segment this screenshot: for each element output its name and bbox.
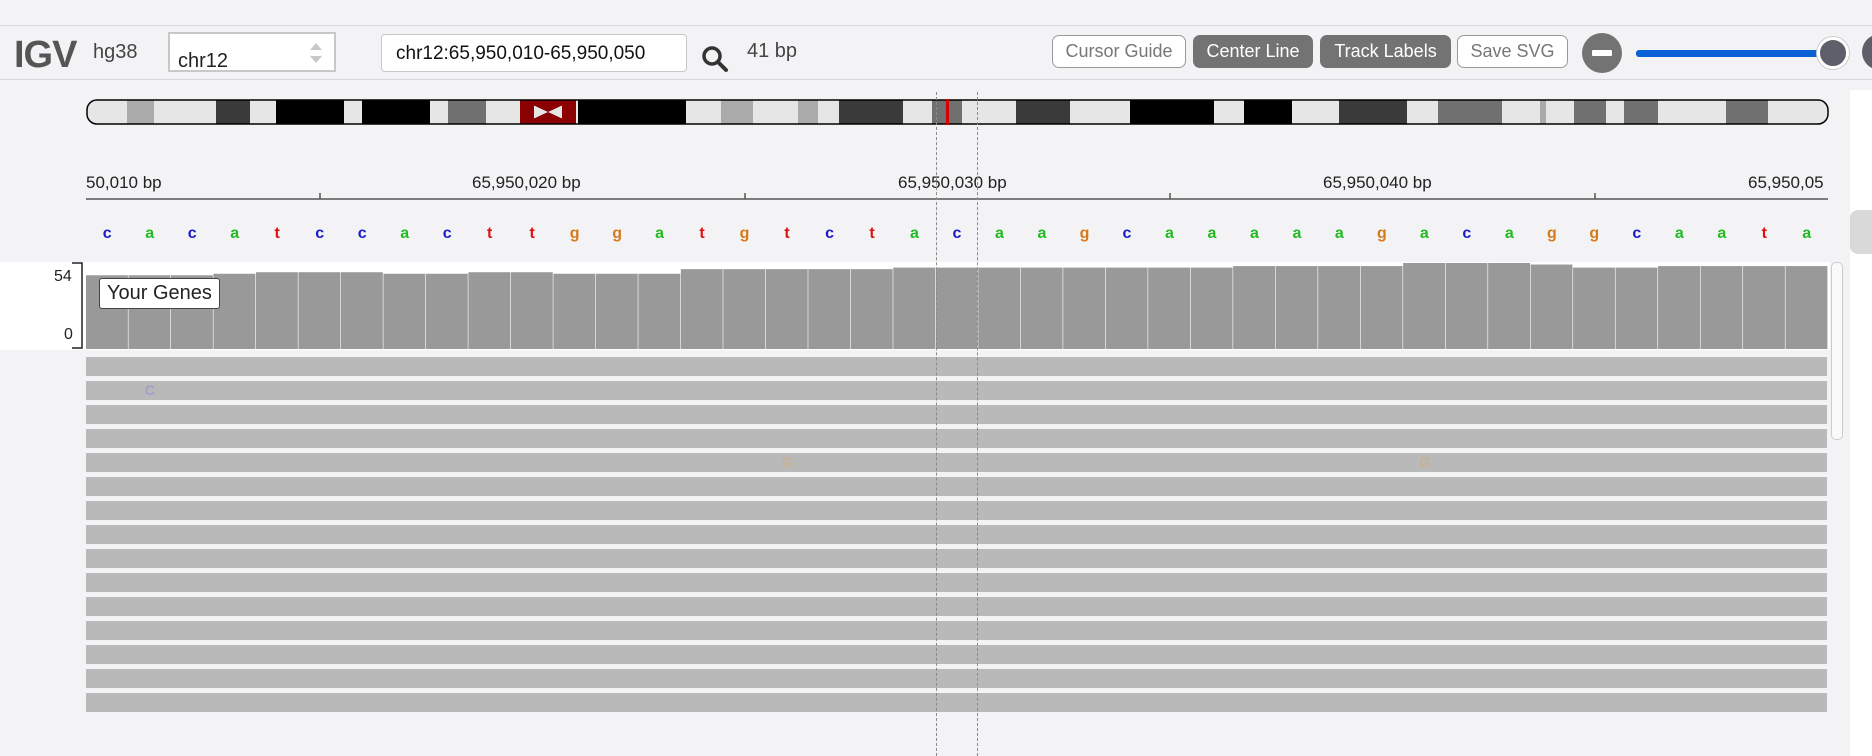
mismatch-base: G xyxy=(782,454,793,470)
locus-search-input[interactable]: chr12:65,950,010-65,950,050 xyxy=(381,34,687,72)
sequence-base: c xyxy=(315,225,324,242)
center-line-right xyxy=(977,92,978,756)
zoom-slider-thumb[interactable] xyxy=(1817,37,1849,69)
read-row[interactable] xyxy=(86,525,1827,544)
sequence-base: a xyxy=(1802,225,1811,242)
window-size-label: 41 bp xyxy=(747,40,798,62)
sequence-base: t xyxy=(784,225,790,242)
zoom-out-icon[interactable] xyxy=(1582,33,1622,73)
sequence-base: c xyxy=(1462,225,1471,242)
read-row[interactable] xyxy=(86,549,1827,568)
read-row[interactable] xyxy=(86,597,1827,616)
read-row[interactable] xyxy=(86,453,1827,472)
panel-scroll-handle[interactable] xyxy=(1850,210,1872,254)
sequence-base: t xyxy=(869,225,875,242)
mismatch-base: C xyxy=(144,382,155,398)
sequence-base: a xyxy=(1038,225,1047,242)
read-row[interactable] xyxy=(86,501,1827,520)
sequence-base: c xyxy=(188,225,197,242)
sequence-base: c xyxy=(1122,225,1131,242)
igv-logo: IGV xyxy=(14,34,77,76)
chromosome-select[interactable]: chr12 xyxy=(168,32,336,72)
sequence-base: g xyxy=(1377,225,1387,242)
ruler-tick-label: 65,950,05 xyxy=(1748,173,1824,192)
save-svg-button[interactable]: Save SVG xyxy=(1457,35,1568,68)
sequence-base: g xyxy=(1547,225,1557,242)
select-arrows-icon xyxy=(310,43,322,63)
coverage-min-label: 0 xyxy=(64,326,73,343)
sequence-base: t xyxy=(487,225,493,242)
coverage-track xyxy=(0,262,1830,350)
sequence-base: t xyxy=(529,225,535,242)
sequence-base: a xyxy=(1335,225,1344,242)
sequence-base: g xyxy=(740,225,750,242)
center-line-button[interactable]: Center Line xyxy=(1193,35,1313,68)
sequence-base: a xyxy=(1250,225,1259,242)
read-row[interactable] xyxy=(86,405,1827,424)
sequence-base: c xyxy=(825,225,834,242)
chromosome-value: chr12 xyxy=(178,50,229,72)
coverage-max-label: 54 xyxy=(54,268,72,285)
sequence-base: c xyxy=(1632,225,1641,242)
sequence-base: t xyxy=(1762,225,1768,242)
sequence-base: a xyxy=(1505,225,1514,242)
sequence-base: c xyxy=(358,225,367,242)
read-row[interactable] xyxy=(86,693,1827,712)
read-row[interactable] xyxy=(86,669,1827,688)
track-labels-button[interactable]: Track Labels xyxy=(1320,35,1451,68)
sequence-base: a xyxy=(655,225,664,242)
sequence-base: a xyxy=(995,225,1004,242)
locus-value: chr12:65,950,010-65,950,050 xyxy=(396,43,646,64)
read-row[interactable] xyxy=(86,573,1827,592)
sequence-base: a xyxy=(145,225,154,242)
track-label[interactable]: Your Genes xyxy=(99,278,220,309)
center-line-left xyxy=(936,92,937,756)
genome-label[interactable]: hg38 xyxy=(93,41,138,64)
alignment-track[interactable] xyxy=(86,357,1827,717)
read-row[interactable] xyxy=(86,381,1827,400)
sequence-base: a xyxy=(1207,225,1216,242)
navbar: IGV hg38 chr12 chr12:65,950,010-65,950,0… xyxy=(0,25,1872,80)
ruler-tick-label: 65,950,040 bp xyxy=(1323,173,1432,192)
read-row[interactable] xyxy=(86,357,1827,376)
read-row[interactable] xyxy=(86,429,1827,448)
ruler-tick-label: 65,950,020 bp xyxy=(472,173,581,192)
read-row[interactable] xyxy=(86,477,1827,496)
ruler-tick-label: 50,010 bp xyxy=(86,173,162,192)
sequence-base: g xyxy=(612,225,622,242)
search-icon[interactable] xyxy=(700,44,730,74)
zoom-slider[interactable] xyxy=(1636,50,1832,57)
sequence-base: a xyxy=(910,225,919,242)
sequence-base: c xyxy=(443,225,452,242)
sequence-base: g xyxy=(570,225,580,242)
ruler-tick-label: 65,950,030 bp xyxy=(898,173,1007,192)
sequence-base: a xyxy=(230,225,239,242)
sequence-base: t xyxy=(275,225,281,242)
sequence-base: g xyxy=(1080,225,1090,242)
sequence-base: c xyxy=(103,225,112,242)
sequence-base: g xyxy=(1589,225,1599,242)
mismatch-base: G xyxy=(1419,454,1431,470)
cursor-guide-button[interactable]: Cursor Guide xyxy=(1052,35,1186,68)
sequence-base: a xyxy=(1717,225,1726,242)
sequence-base: c xyxy=(953,225,962,242)
chromosome-ideogram[interactable] xyxy=(86,99,1830,127)
track-scrollbar[interactable] xyxy=(1831,262,1843,440)
read-row[interactable] xyxy=(86,645,1827,664)
sequence-base: a xyxy=(1292,225,1301,242)
sequence-base: a xyxy=(1165,225,1174,242)
sequence-base: a xyxy=(1420,225,1429,242)
right-panel xyxy=(1850,90,1872,756)
sequence-base: a xyxy=(1675,225,1684,242)
sequence-base: a xyxy=(400,225,409,242)
sequence-base: t xyxy=(699,225,705,242)
ideogram-current-region xyxy=(946,99,949,125)
zoom-in-icon[interactable] xyxy=(1862,34,1872,70)
read-row[interactable] xyxy=(86,621,1827,640)
